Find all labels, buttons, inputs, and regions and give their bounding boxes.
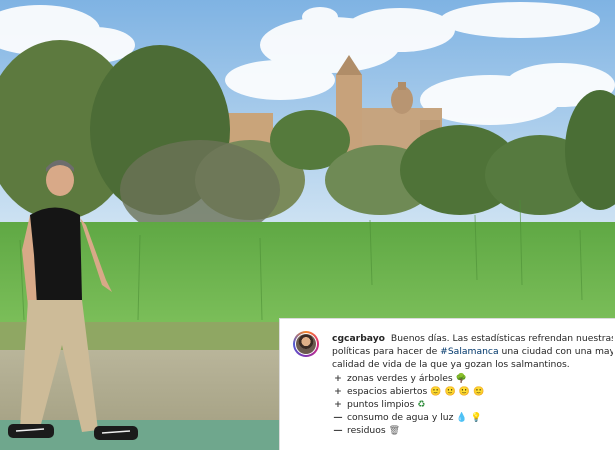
caption-list-item: + zonas verdes y árboles 🌳 bbox=[332, 372, 613, 385]
grass-meadow bbox=[0, 222, 615, 327]
light-bulb-icon: 💡 bbox=[470, 413, 482, 424]
caption-list-item-text: residuos bbox=[347, 425, 386, 437]
trash-can-icon: 🗑 bbox=[388, 426, 401, 437]
face-icon: 🙂 bbox=[458, 386, 470, 397]
caption-list-item: + espacios abiertos 🙂 🙂 🙂 🙂 bbox=[332, 385, 613, 398]
water-drop-icon: 💧 bbox=[456, 413, 468, 424]
hashtag-link[interactable]: #Salamanca bbox=[440, 346, 498, 357]
face-icon: 🙂 bbox=[430, 386, 442, 397]
minus-sign: — bbox=[333, 425, 343, 437]
tree-icon: 🌳 bbox=[455, 373, 467, 384]
caption-line-2-pre: políticas para hacer de bbox=[332, 346, 438, 358]
post-caption: cgcarbayo Buenos días. Las estadísticas … bbox=[332, 332, 613, 438]
plus-sign: + bbox=[334, 372, 342, 384]
caption-lead: Buenos días. Las estadísticas refrendan … bbox=[390, 333, 613, 344]
caption-list-item: — residuos 🗑 bbox=[332, 424, 613, 437]
caption-list-item-text: zonas verdes y árboles bbox=[347, 372, 453, 384]
avatar[interactable] bbox=[293, 331, 319, 357]
minus-sign: — bbox=[333, 412, 343, 424]
caption-list-item: + puntos limpios ♻ bbox=[332, 398, 613, 411]
face-icon: 🙂 bbox=[444, 386, 456, 397]
instagram-post-card: cgcarbayo Buenos días. Las estadísticas … bbox=[279, 318, 615, 450]
caption-line-2-post: una ciudad con una mayor bbox=[501, 346, 613, 358]
face-icon: 🙂 bbox=[472, 386, 485, 397]
caption-list-item-text: puntos limpios bbox=[347, 398, 415, 410]
plus-sign: + bbox=[334, 385, 342, 397]
caption-list-item-text: consumo de agua y luz bbox=[347, 412, 454, 424]
caption-line-3: calidad de vida de la que ya gozan los s… bbox=[332, 359, 570, 371]
caption-list-item-text: espacios abiertos bbox=[347, 385, 428, 397]
caption-list-item: — consumo de agua y luz 💧 💡 bbox=[332, 411, 613, 424]
username-link[interactable]: cgcarbayo bbox=[332, 333, 385, 344]
plus-sign: + bbox=[334, 398, 342, 410]
